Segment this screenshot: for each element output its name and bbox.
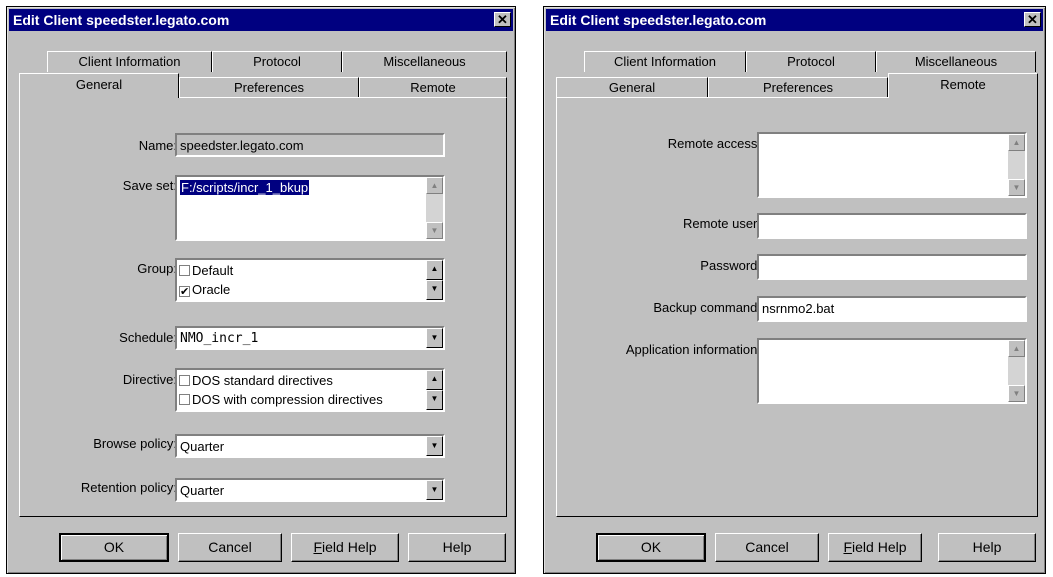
scroll-up-icon[interactable]: ▲	[1008, 134, 1025, 151]
tab-general[interactable]: General	[556, 77, 708, 98]
tab-preferences[interactable]: Preferences	[179, 77, 359, 98]
help-button[interactable]: Help	[938, 533, 1036, 562]
scroll-down-icon[interactable]: ▼	[426, 222, 443, 239]
saveset-value: F:/scripts/incr_1_bkup	[180, 180, 310, 195]
dialog-title-bar: Edit Client speedster.legato.com ✕	[9, 9, 513, 31]
scroll-up-icon[interactable]: ▲	[426, 177, 443, 194]
directive-list[interactable]: DOS standard directives DOS with compres…	[175, 368, 445, 412]
tab-preferences[interactable]: Preferences	[708, 77, 888, 98]
close-icon[interactable]: ✕	[1024, 12, 1041, 27]
ok-button[interactable]: OK	[596, 533, 706, 562]
close-icon[interactable]: ✕	[494, 12, 511, 27]
edit-client-dialog-general: Edit Client speedster.legato.com ✕ Clien…	[6, 6, 516, 574]
tab-remote[interactable]: Remote	[359, 77, 507, 98]
group-item-default[interactable]: Default	[179, 262, 233, 280]
tab-miscellaneous[interactable]: Miscellaneous	[876, 51, 1036, 72]
cancel-button[interactable]: Cancel	[178, 533, 282, 562]
chevron-down-icon[interactable]: ▼	[426, 328, 443, 348]
schedule-label: Schedule:	[119, 330, 177, 345]
scroll-up-icon[interactable]: ▲	[1008, 340, 1025, 357]
password-label: Password:	[700, 258, 761, 273]
tab-client-information[interactable]: Client Information	[584, 51, 746, 72]
app-info-scrollbar[interactable]: ▲ ▼	[1008, 340, 1025, 402]
saveset-scrollbar[interactable]: ▲ ▼	[426, 177, 443, 239]
scroll-down-icon[interactable]: ▼	[1008, 179, 1025, 196]
directive-label: Directive:	[122, 372, 177, 387]
retention-policy-select[interactable]: Quarter ▼	[175, 478, 445, 502]
browse-policy-select[interactable]: Quarter ▼	[175, 434, 445, 458]
directive-scrollbar[interactable]: ▲ ▼	[426, 370, 443, 410]
check-icon[interactable]: ✔	[179, 286, 190, 298]
backup-command-input[interactable]: nsrnmo2.bat	[757, 296, 1027, 322]
ok-button[interactable]: OK	[59, 533, 169, 562]
tab-protocol[interactable]: Protocol	[212, 51, 342, 72]
app-info-textarea[interactable]: ▲ ▼	[757, 338, 1027, 404]
tab-remote[interactable]: Remote	[888, 73, 1038, 98]
remote-access-label: Remote access:	[667, 136, 761, 151]
group-label: Group:	[137, 261, 177, 276]
tab-protocol[interactable]: Protocol	[746, 51, 876, 72]
chevron-down-icon[interactable]: ▼	[426, 436, 443, 456]
scroll-up-icon[interactable]: ▲	[426, 260, 443, 280]
scroll-down-icon[interactable]: ▼	[426, 390, 443, 410]
name-label: Name:	[138, 138, 177, 153]
scroll-down-icon[interactable]: ▼	[1008, 385, 1025, 402]
dialog-title: Edit Client speedster.legato.com	[13, 12, 230, 28]
group-list[interactable]: Default ✔ Oracle ▲ ▼	[175, 258, 445, 302]
remote-access-textarea[interactable]: ▲ ▼	[757, 132, 1027, 198]
checkbox-icon[interactable]	[179, 394, 190, 405]
field-help-button[interactable]: Field Help	[828, 533, 922, 562]
scroll-down-icon[interactable]: ▼	[426, 280, 443, 300]
field-help-button[interactable]: Field Help	[291, 533, 399, 562]
dialog-title-bar: Edit Client speedster.legato.com ✕	[546, 9, 1043, 31]
remote-access-scrollbar[interactable]: ▲ ▼	[1008, 134, 1025, 196]
scroll-up-icon[interactable]: ▲	[426, 370, 443, 390]
backup-command-label: Backup command:	[653, 300, 761, 315]
password-input[interactable]	[757, 254, 1027, 280]
tab-panel-remote: Remote access: ▲ ▼ Remote user: Password…	[556, 97, 1038, 517]
group-scrollbar[interactable]: ▲ ▼	[426, 260, 443, 300]
saveset-textarea[interactable]: F:/scripts/incr_1_bkup ▲ ▼	[175, 175, 445, 241]
tab-miscellaneous[interactable]: Miscellaneous	[342, 51, 507, 72]
directive-item-standard[interactable]: DOS standard directives	[179, 372, 333, 390]
schedule-select[interactable]: NMO_incr_1 ▼	[175, 326, 445, 350]
directive-item-compression[interactable]: DOS with compression directives	[179, 391, 383, 409]
saveset-label: Save set:	[122, 178, 177, 193]
remote-user-label: Remote user:	[682, 216, 761, 231]
tab-general[interactable]: General	[19, 73, 179, 98]
chevron-down-icon[interactable]: ▼	[426, 480, 443, 500]
tab-panel-general: Name: speedster.legato.com Save set: F:/…	[19, 97, 507, 517]
name-field: speedster.legato.com	[175, 133, 445, 157]
app-info-label: Application information:	[625, 342, 761, 357]
remote-user-input[interactable]	[757, 213, 1027, 239]
checkbox-icon[interactable]	[179, 265, 190, 276]
retention-policy-label: Retention policy:	[80, 480, 177, 495]
edit-client-dialog-remote: Edit Client speedster.legato.com ✕ Clien…	[543, 6, 1046, 574]
tab-client-information[interactable]: Client Information	[47, 51, 212, 72]
group-item-oracle[interactable]: ✔ Oracle	[179, 281, 230, 299]
browse-policy-label: Browse policy:	[93, 436, 177, 451]
help-button[interactable]: Help	[408, 533, 506, 562]
dialog-title: Edit Client speedster.legato.com	[550, 12, 767, 28]
cancel-button[interactable]: Cancel	[715, 533, 819, 562]
checkbox-icon[interactable]	[179, 375, 190, 386]
